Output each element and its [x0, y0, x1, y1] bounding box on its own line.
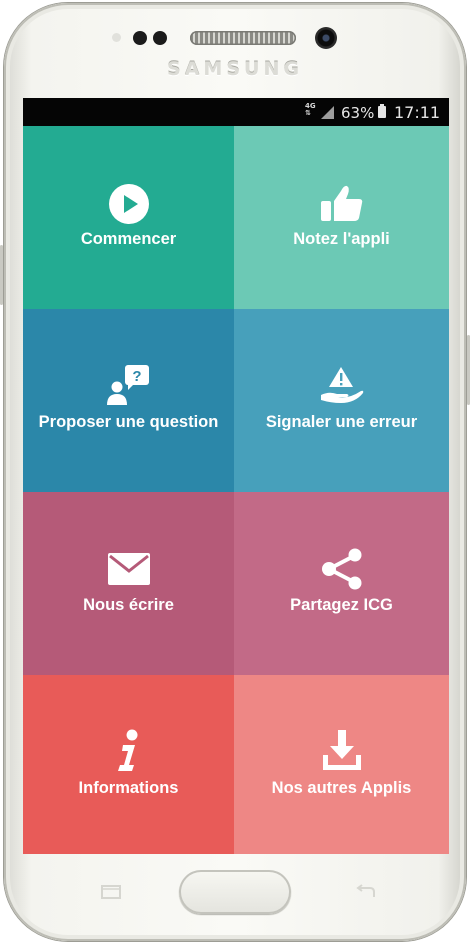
tile-label: Informations — [78, 779, 179, 797]
user-question-icon: ? — [106, 365, 149, 405]
tile-proposer-question[interactable]: ? Proposer une question — [23, 309, 234, 492]
tile-label: Nos autres Applis — [271, 779, 412, 797]
tile-label: Notez l'appli — [293, 230, 390, 248]
share-icon — [321, 548, 361, 590]
proximity-sensor — [112, 33, 121, 42]
tile-label: Partagez ICG — [290, 596, 393, 614]
svg-text:?: ? — [132, 368, 141, 385]
signal-icon — [321, 106, 334, 119]
tile-label: Nous écrire — [83, 596, 174, 614]
screen: 4G ⇅ 63% 17:11 Commencer Notez l'appli ?… — [23, 98, 449, 854]
volume-button — [0, 245, 3, 305]
tile-label: Signaler une erreur — [265, 413, 418, 431]
tile-nous-ecrire[interactable]: Nous écrire — [23, 492, 234, 675]
tile-commencer[interactable]: Commencer — [23, 126, 234, 309]
tile-nos-autres-applis[interactable]: Nos autres Applis — [234, 675, 449, 854]
sensor-dot-left — [133, 31, 147, 45]
battery-icon — [378, 104, 386, 118]
tile-partagez-icg[interactable]: Partagez ICG — [234, 492, 449, 675]
device-brand-logo: SAMSUNG — [167, 58, 303, 80]
tile-notez-appli[interactable]: Notez l'appli — [234, 126, 449, 309]
back-icon[interactable] — [354, 884, 378, 900]
menu-grid: Commencer Notez l'appli ? Proposer une q… — [23, 126, 449, 854]
tile-label: Commencer — [80, 230, 177, 248]
play-icon — [108, 184, 149, 224]
home-button[interactable] — [179, 870, 291, 914]
thumbs-up-icon — [320, 185, 362, 221]
warning-hand-icon — [320, 367, 363, 403]
sensor-dot-right — [153, 31, 167, 45]
status-clock: 17:11 — [394, 103, 441, 122]
download-icon — [322, 730, 361, 770]
status-bar: 4G ⇅ 63% 17:11 — [23, 98, 449, 126]
tile-signaler-erreur[interactable]: Signaler une erreur — [234, 309, 449, 492]
recent-apps-icon[interactable] — [100, 884, 122, 900]
earpiece-speaker — [190, 31, 296, 45]
network-indicator: 4G ⇅ — [305, 102, 316, 117]
info-icon — [117, 729, 137, 771]
tile-label: Proposer une question — [38, 413, 219, 431]
envelope-icon — [107, 553, 150, 585]
tile-informations[interactable]: Informations — [23, 675, 234, 854]
front-camera — [315, 27, 337, 49]
battery-percentage: 63% — [341, 104, 375, 122]
